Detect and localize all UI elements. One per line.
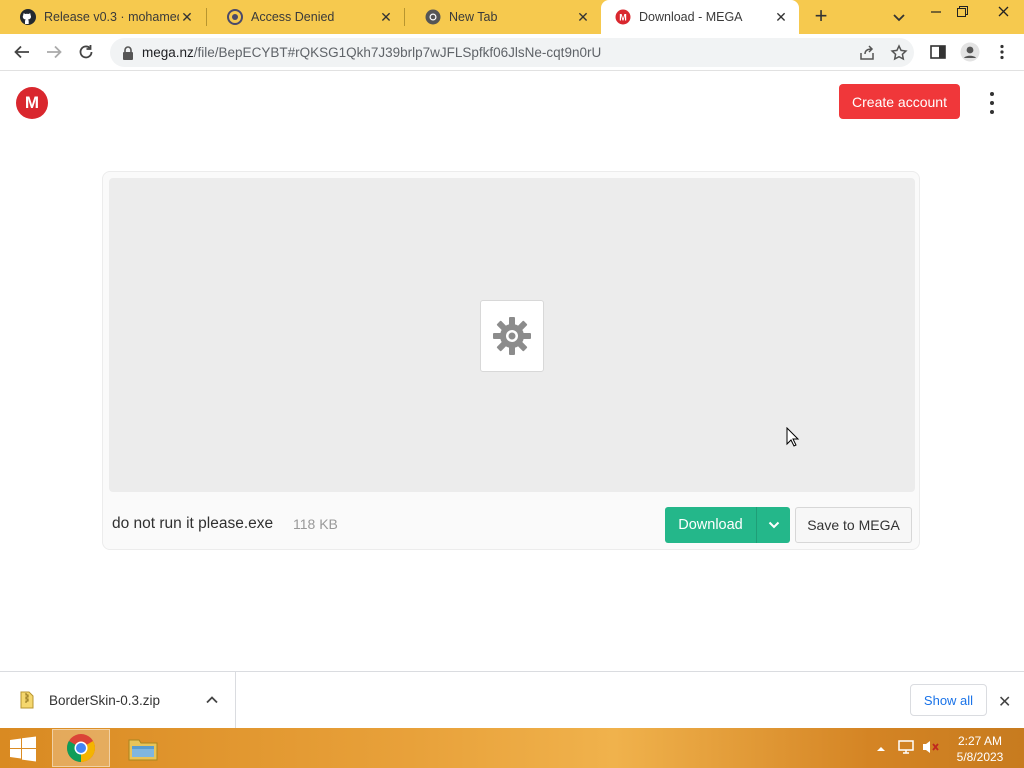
url-text: mega.nz/file/BepECYBT#rQKSG1Qkh7J39brlp7…	[142, 45, 601, 60]
tab-strip: Release v0.3 · mohamedk ✕ Access Denied …	[0, 0, 1024, 34]
clock-date: 5/8/2023	[956, 750, 1004, 764]
tab-access-denied[interactable]: Access Denied ✕	[207, 0, 404, 34]
share-icon[interactable]	[858, 44, 876, 62]
show-all-button[interactable]: Show all	[910, 684, 987, 716]
taskbar: 2:27 AM 5/8/2023	[0, 728, 1024, 768]
profile-avatar-icon[interactable]	[960, 42, 980, 62]
system-clock[interactable]: 2:27 AM 5/8/2023	[952, 733, 1008, 765]
close-icon[interactable]: ✕	[378, 9, 394, 25]
window-close-icon[interactable]	[985, 0, 1021, 22]
download-item[interactable]: BorderSkin-0.3.zip	[0, 672, 236, 729]
mouse-cursor-icon	[786, 427, 800, 447]
browser-menu-icon[interactable]	[992, 42, 1012, 62]
save-to-mega-button[interactable]: Save to MEGA	[795, 507, 912, 543]
tab-download-mega[interactable]: M Download - MEGA ✕	[601, 0, 799, 34]
taskbar-chrome[interactable]	[52, 729, 110, 767]
file-size: 118 KB	[293, 516, 338, 532]
tab-title: Access Denied	[251, 10, 335, 24]
url-path: /file/BepECYBT#rQKSG1Qkh7J39brlp7wJFLSpf…	[193, 45, 602, 60]
tab-github-release[interactable]: Release v0.3 · mohamedk ✕	[0, 0, 205, 34]
file-name: do not run it please.exe	[112, 515, 274, 532]
new-tab-button[interactable]: +	[810, 5, 832, 28]
download-options-chevron-icon[interactable]	[756, 507, 790, 543]
close-icon[interactable]: ✕	[575, 9, 591, 25]
reload-icon[interactable]	[76, 42, 96, 62]
page-menu-icon[interactable]	[985, 92, 999, 114]
restore-icon[interactable]	[948, 0, 976, 22]
tab-search-chevron-icon[interactable]	[890, 8, 908, 26]
github-icon	[20, 9, 36, 25]
zip-file-icon	[20, 691, 34, 714]
forward-arrow-icon[interactable]	[44, 42, 64, 62]
mega-logo-letter: M	[24, 93, 40, 112]
clock-time: 2:27 AM	[957, 734, 1003, 748]
browser-toolbar: mega.nz/file/BepECYBT#rQKSG1Qkh7J39brlp7…	[0, 34, 1024, 71]
close-shelf-icon[interactable]: ✕	[998, 692, 1011, 712]
svg-text:M: M	[619, 13, 627, 23]
volume-muted-icon[interactable]	[922, 740, 940, 759]
gear-icon	[493, 317, 531, 355]
address-bar[interactable]: mega.nz/file/BepECYBT#rQKSG1Qkh7J39brlp7…	[110, 38, 914, 67]
side-panel-icon[interactable]	[928, 42, 948, 62]
file-type-thumbnail	[480, 300, 544, 372]
mega-icon: M	[615, 9, 631, 25]
minimize-icon[interactable]	[922, 0, 950, 22]
chevron-up-icon[interactable]	[205, 693, 219, 712]
close-icon[interactable]: ✕	[179, 9, 195, 25]
file-preview-card: do not run it please.exe 118 KB Download…	[102, 171, 920, 550]
download-item-name: BorderSkin-0.3.zip	[49, 693, 161, 708]
tab-title: Release v0.3 · mohamedk	[44, 10, 179, 24]
network-icon[interactable]	[898, 740, 914, 759]
download-shelf: BorderSkin-0.3.zip Show all ✕	[0, 671, 1024, 729]
lock-icon[interactable]	[122, 46, 134, 65]
bookmark-star-icon[interactable]	[890, 44, 908, 62]
tab-new-tab[interactable]: New Tab ✕	[405, 0, 601, 34]
site-icon	[227, 9, 243, 25]
chrome-icon	[425, 9, 441, 25]
url-host: mega.nz	[142, 45, 194, 60]
tray-expand-icon[interactable]	[876, 740, 886, 758]
taskbar-file-explorer[interactable]	[114, 729, 172, 767]
windows-start-icon[interactable]	[8, 736, 38, 762]
create-account-button[interactable]: Create account	[839, 84, 960, 119]
download-button[interactable]: Download	[665, 507, 756, 543]
chrome-icon	[67, 734, 95, 762]
back-arrow-icon[interactable]	[12, 42, 32, 62]
close-icon[interactable]: ✕	[773, 9, 789, 25]
tab-title: Download - MEGA	[639, 10, 743, 24]
tab-title: New Tab	[449, 10, 498, 24]
download-button-group: Download	[665, 507, 790, 543]
mega-logo[interactable]: M	[16, 87, 48, 119]
folder-icon	[128, 739, 158, 761]
